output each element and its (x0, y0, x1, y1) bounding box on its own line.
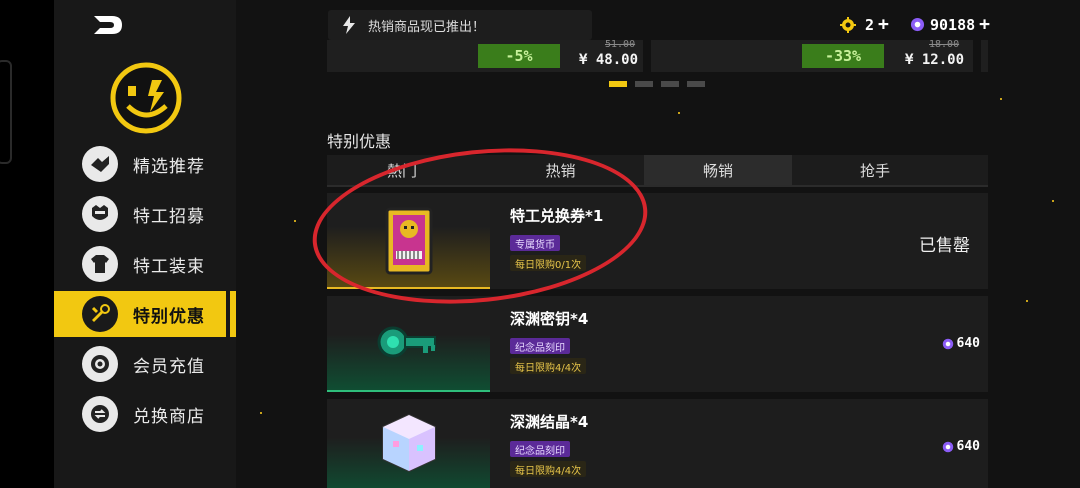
tab-in-demand[interactable]: 抢手 (792, 155, 958, 185)
wrench-icon (82, 296, 118, 332)
handshake-icon (82, 146, 118, 182)
sidebar-item-outfit[interactable]: 特工装束 (54, 241, 236, 287)
product-title: 深渊密钥*4 (510, 310, 589, 328)
background-star (678, 112, 680, 114)
original-price: 51.00 (605, 39, 636, 50)
background-star (260, 412, 262, 414)
sale-price: ¥ 48.00 (579, 52, 639, 68)
screen-edge (0, 0, 54, 488)
sidebar-item-label: 特工招募 (133, 206, 205, 227)
notice-banner[interactable]: 热销商品现已推出！ (328, 10, 592, 40)
sidebar-item-special-offers[interactable]: 特别优惠 (54, 291, 236, 337)
section-title: 特别优惠 (327, 132, 392, 151)
page-dot[interactable] (687, 81, 705, 87)
discount-badge: -5% (478, 44, 560, 68)
sale-price: ¥ 12.00 (905, 52, 965, 68)
purple-coin-icon (910, 17, 925, 32)
price-value: 640 (956, 336, 980, 351)
background-star (294, 220, 296, 222)
gold-amount: 2 (865, 15, 875, 34)
price-button[interactable]: 640 (942, 336, 980, 351)
page-dot[interactable] (661, 81, 679, 87)
background-star (1000, 98, 1002, 100)
purple-coin-icon (942, 441, 953, 452)
abyss-crystal-icon (382, 413, 436, 473)
product-card[interactable]: 深渊结晶*4 纪念品刻印 每日限购4/4次 640 (327, 399, 988, 488)
notice-text: 热销商品现已推出！ (368, 19, 486, 35)
gold-currency[interactable]: 2 + (840, 14, 889, 35)
purple-coin-icon (942, 338, 953, 349)
outfit-icon (82, 246, 118, 282)
discount-badge: -33% (802, 44, 884, 68)
page-dot[interactable] (635, 81, 653, 87)
purchase-limit: 每日限购4/4次 (510, 358, 587, 374)
memorial-tag: 纪念品刻印 (510, 441, 570, 457)
sold-out-label: 已售罄 (919, 236, 970, 256)
page-dot-active[interactable] (609, 81, 627, 87)
game-logo-icon (94, 16, 122, 34)
sidebar-item-exchange[interactable]: 兑换商店 (54, 391, 236, 437)
product-thumbnail (327, 296, 490, 392)
purchase-limit: 每日限购4/4次 (510, 461, 587, 477)
abyss-key-icon (377, 326, 436, 358)
sidebar-item-label: 会员充值 (133, 356, 205, 377)
sidebar: 精选推荐 特工招募 特工装束 特别优惠 会员充值 兑换商店 (54, 0, 236, 488)
add-gold-icon[interactable]: + (878, 14, 889, 35)
sidebar-item-recruit[interactable]: 特工招募 (54, 191, 236, 237)
sidebar-item-label: 精选推荐 (133, 156, 205, 177)
sidebar-item-label: 特别优惠 (133, 306, 205, 327)
product-card[interactable]: 深渊密钥*4 纪念品刻印 每日限购4/4次 640 (327, 296, 988, 392)
add-purple-icon[interactable]: + (979, 14, 990, 35)
original-price: 18.00 (929, 39, 960, 50)
agent-recruit-icon (82, 196, 118, 232)
purple-amount: 90188 (930, 15, 976, 34)
coin-icon (82, 346, 118, 382)
tab-popular[interactable]: 畅销 (644, 155, 792, 185)
sidebar-item-label: 特工装束 (133, 256, 205, 277)
background-star (1052, 200, 1054, 202)
sidebar-item-label: 兑换商店 (133, 406, 205, 427)
purple-currency[interactable]: 90188 + (910, 14, 990, 35)
product-title: 深渊结晶*4 (510, 413, 589, 431)
edge-handle (0, 60, 12, 164)
deal-card-next[interactable] (981, 40, 988, 72)
mascot-logo-icon (110, 62, 182, 134)
memorial-tag: 纪念品刻印 (510, 338, 570, 354)
sidebar-item-featured[interactable]: 精选推荐 (54, 141, 236, 187)
price-value: 640 (956, 439, 980, 454)
sidebar-item-membership[interactable]: 会员充值 (54, 341, 236, 387)
lightning-icon (343, 16, 355, 34)
price-button[interactable]: 640 (942, 439, 980, 454)
gear-coin-icon (840, 16, 856, 33)
exchange-icon (82, 396, 118, 432)
background-star (1026, 300, 1028, 302)
product-thumbnail (327, 399, 490, 488)
